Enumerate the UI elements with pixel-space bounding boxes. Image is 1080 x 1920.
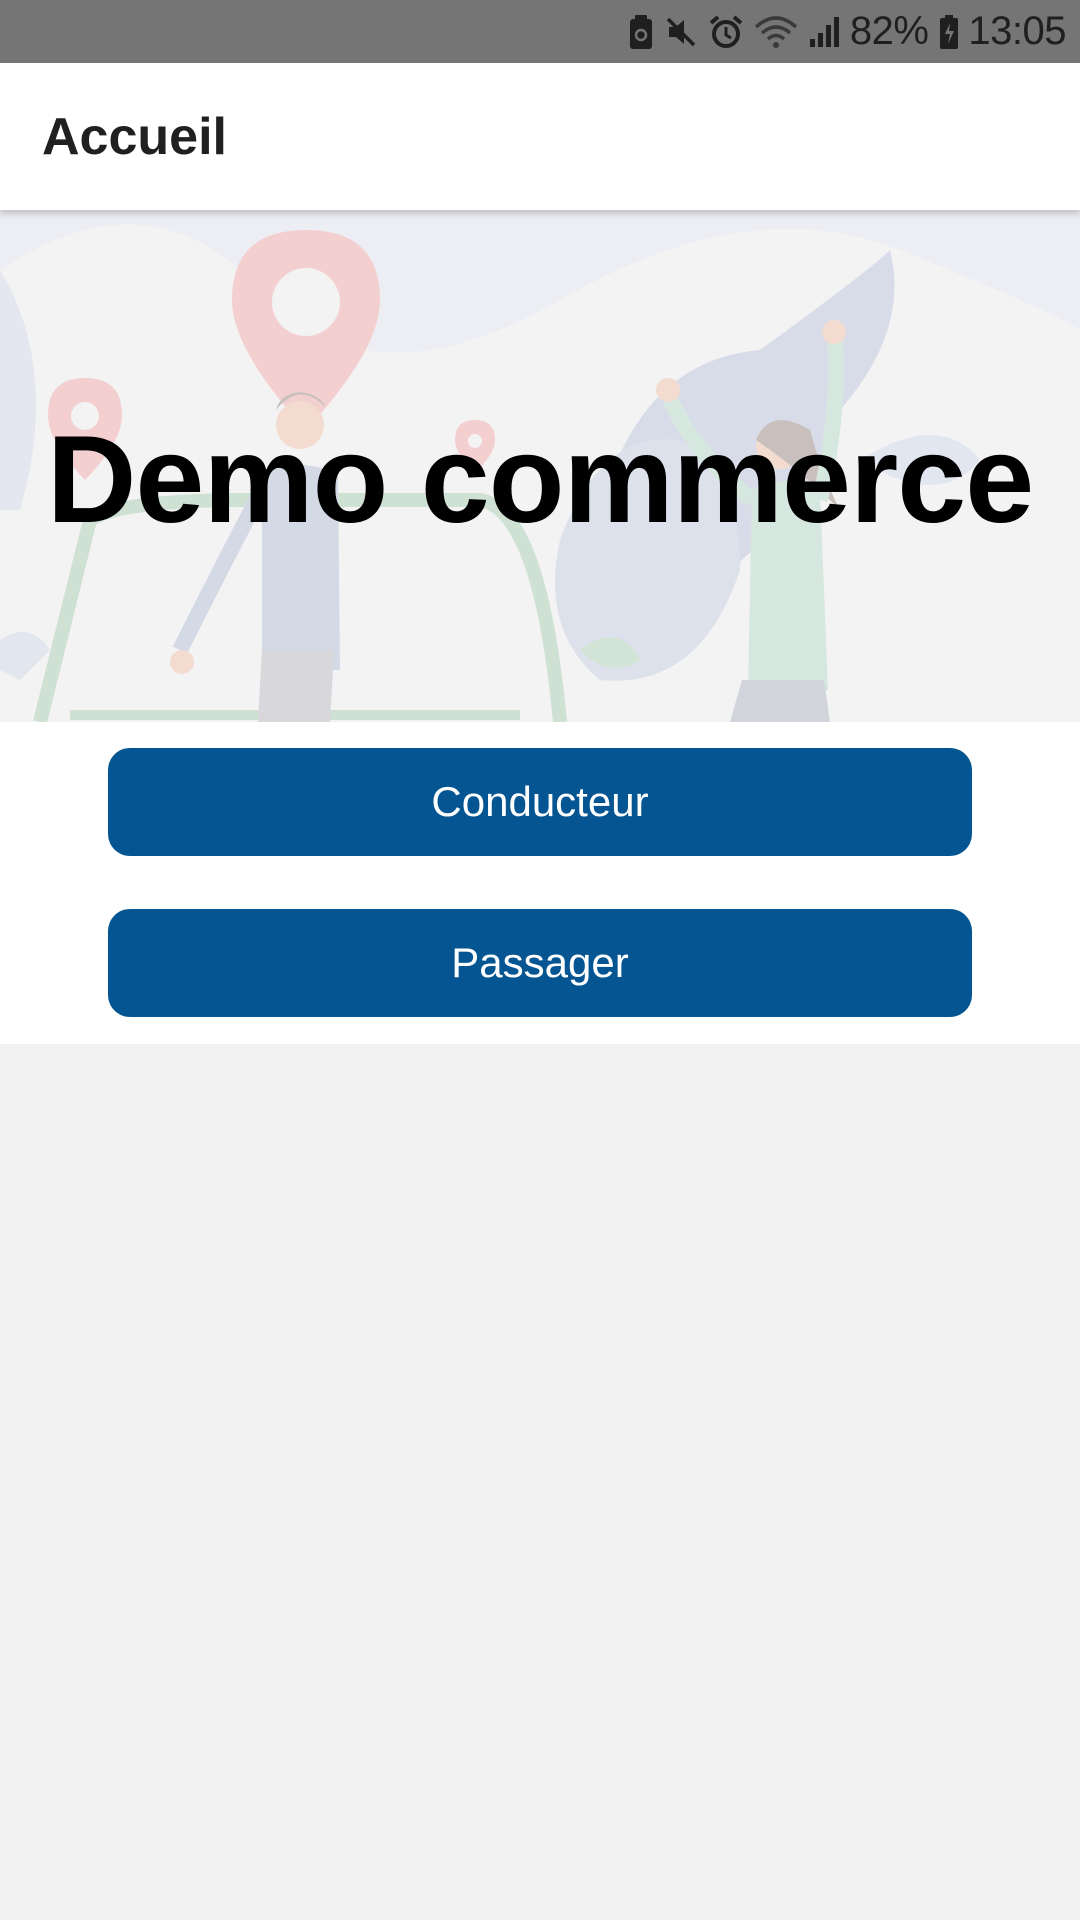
- app-bar: Accueil: [0, 63, 1080, 210]
- hero-title: Demo commerce: [46, 411, 1034, 549]
- page-title: Accueil: [42, 107, 227, 166]
- actions-panel: Conducteur Passager: [0, 722, 1080, 1044]
- battery-percent: 82%: [849, 9, 929, 53]
- wifi-icon: [754, 0, 798, 63]
- signal-icon: [808, 0, 842, 63]
- driver-button[interactable]: Conducteur: [108, 748, 972, 856]
- battery-charging-icon: [938, 0, 960, 63]
- storage-icon: [628, 0, 654, 63]
- status-bar: 82% 13:05: [0, 0, 1080, 63]
- passenger-button[interactable]: Passager: [108, 909, 972, 1017]
- hero-banner: Demo commerce: [0, 210, 1080, 722]
- mute-icon: [664, 0, 698, 63]
- alarm-icon: [708, 0, 744, 63]
- clock: 13:05: [968, 9, 1066, 53]
